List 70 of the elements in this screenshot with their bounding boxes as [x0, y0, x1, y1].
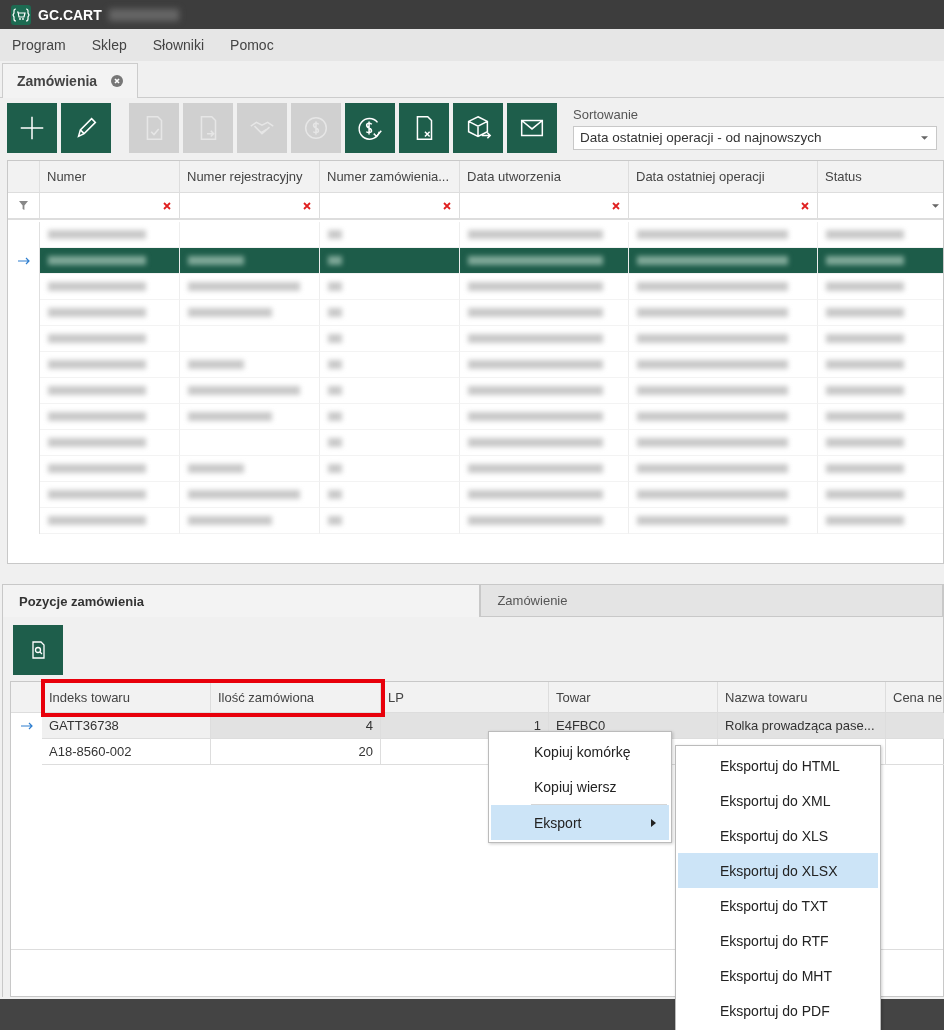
- column-header[interactable]: LP: [381, 682, 549, 712]
- redacted-text: [328, 360, 342, 369]
- menu-item[interactable]: Eksport: [491, 805, 669, 840]
- filter-icon[interactable]: [19, 201, 28, 210]
- redacted-text: [328, 464, 342, 473]
- clear-icon[interactable]: [612, 201, 620, 210]
- menu-item[interactable]: Pomoc: [230, 37, 274, 53]
- column-header[interactable]: Numer: [40, 161, 180, 192]
- clear-icon[interactable]: [163, 201, 171, 210]
- redacted-text: [328, 282, 342, 291]
- menu-item[interactable]: Eksportuj do RTF: [678, 923, 878, 958]
- redacted-text: [188, 256, 244, 265]
- current-row-arrow-icon: [17, 257, 30, 265]
- menu-item[interactable]: Kopiuj wiersz: [491, 769, 669, 804]
- close-icon[interactable]: [111, 75, 124, 87]
- preview-button[interactable]: [13, 625, 63, 675]
- sort-label: Sortowanie: [573, 106, 640, 122]
- menu-item[interactable]: Eksportuj do PDF: [678, 993, 878, 1028]
- menu-item[interactable]: Eksportuj do HTML: [678, 748, 878, 783]
- column-header[interactable]: Data utworzenia: [460, 161, 629, 192]
- menu-item[interactable]: Eksportuj do XLS: [678, 818, 878, 853]
- redacted-text: [188, 360, 244, 369]
- table-cell: Rolka prowadząca pase...: [718, 713, 886, 739]
- redacted-text: [328, 412, 342, 421]
- redacted-text: [328, 308, 342, 317]
- column-header[interactable]: Numer zamówienia...: [320, 161, 460, 192]
- table-cell: A18-8560-002: [42, 739, 211, 765]
- mail-button[interactable]: [507, 103, 557, 153]
- redacted-text: [328, 334, 342, 343]
- coin-check-button[interactable]: [345, 103, 395, 153]
- panel-tab[interactable]: Zamówienie: [480, 585, 943, 617]
- redacted-text: [188, 464, 244, 473]
- redacted-text: [328, 490, 342, 499]
- column-header[interactable]: Nazwa towaru: [718, 682, 886, 712]
- column-header[interactable]: Indeks towaru: [42, 682, 211, 712]
- document-tab[interactable]: Zamówienia: [2, 63, 139, 98]
- box-arrow-button[interactable]: [453, 103, 503, 153]
- current-row-arrow-icon: [20, 722, 33, 730]
- redacted-text: [328, 386, 342, 395]
- menu-item[interactable]: Słowniki: [152, 37, 205, 53]
- menu-item[interactable]: Eksportuj do XLSX: [678, 853, 878, 888]
- redacted-text: [328, 438, 342, 447]
- column-header[interactable]: Towar: [549, 682, 718, 712]
- table-cell: 20: [211, 739, 381, 765]
- menu-item[interactable]: Sklep: [91, 37, 127, 53]
- clear-icon[interactable]: [801, 201, 809, 210]
- add-button[interactable]: [7, 103, 57, 153]
- dropdown-arrow-icon: [921, 135, 928, 140]
- dropdown-arrow-icon[interactable]: [932, 203, 939, 208]
- cart-logo-icon: [11, 4, 31, 25]
- window-title: GC.CART: [38, 6, 102, 23]
- clear-icon[interactable]: [303, 201, 311, 210]
- redacted-text: [328, 230, 342, 239]
- submenu-arrow-icon: [651, 818, 656, 827]
- sort-dropdown[interactable]: Data ostatniej operacji - od najnowszych: [573, 125, 937, 150]
- menu-item[interactable]: Eksportuj do TXT: [678, 888, 878, 923]
- redacted-text: [328, 256, 342, 265]
- menu-item[interactable]: Program: [12, 37, 66, 53]
- redacted-text: [328, 516, 342, 525]
- clear-icon[interactable]: [443, 201, 451, 210]
- column-header[interactable]: Numer rejestracyjny: [180, 161, 320, 192]
- edit-button[interactable]: [61, 103, 111, 153]
- doc-cancel-button[interactable]: [399, 103, 449, 153]
- column-header[interactable]: Cena ne: [886, 682, 944, 712]
- column-header[interactable]: Status: [818, 161, 943, 192]
- column-header[interactable]: Data ostatniej operacji: [629, 161, 818, 192]
- menu-item[interactable]: Eksportuj do XML: [678, 783, 878, 818]
- menu-item[interactable]: Eksportuj do MHT: [678, 958, 878, 993]
- column-header[interactable]: Ilość zamówiona: [211, 682, 381, 712]
- redacted-text: [108, 8, 179, 21]
